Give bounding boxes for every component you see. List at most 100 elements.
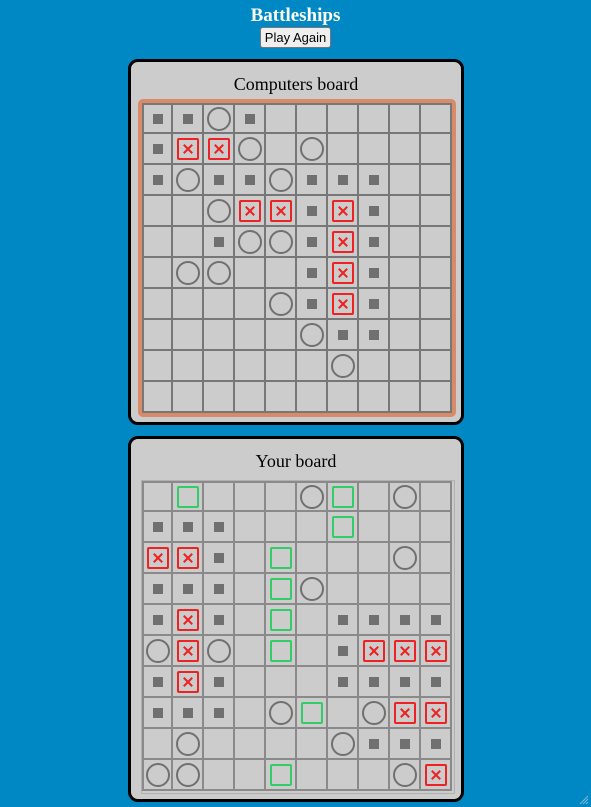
computer-cell-r7-c1[interactable] [173,320,204,351]
computer-cell-r1-c4[interactable] [266,134,297,165]
computer-cell-r2-c3[interactable] [235,165,266,196]
computer-cell-r7-c6[interactable] [328,320,359,351]
computer-cell-r8-c8[interactable] [390,351,421,382]
computer-cell-r9-c0[interactable] [142,382,173,413]
computer-cell-r1-c8[interactable] [390,134,421,165]
computer-cell-r5-c2[interactable] [204,258,235,289]
computer-cell-r9-c1[interactable] [173,382,204,413]
computer-cell-r1-c0[interactable] [142,134,173,165]
computer-cell-r5-c3[interactable] [235,258,266,289]
computer-cell-r0-c1[interactable] [173,103,204,134]
computer-cell-r0-c6[interactable] [328,103,359,134]
computer-cell-r1-c5[interactable] [297,134,328,165]
play-again-button[interactable]: Play Again [260,27,331,48]
computer-cell-r4-c0[interactable] [142,227,173,258]
computer-cell-r4-c5[interactable] [297,227,328,258]
computer-cell-r8-c9[interactable] [421,351,452,382]
computer-cell-r5-c9[interactable] [421,258,452,289]
computer-cell-r3-c6[interactable] [328,196,359,227]
computer-cell-r8-c0[interactable] [142,351,173,382]
computer-cell-r9-c4[interactable] [266,382,297,413]
computer-cell-r3-c8[interactable] [390,196,421,227]
computer-cell-r8-c5[interactable] [297,351,328,382]
computer-cell-r3-c1[interactable] [173,196,204,227]
computer-cell-r0-c0[interactable] [142,103,173,134]
computer-cell-r6-c6[interactable] [328,289,359,320]
computer-cell-r1-c3[interactable] [235,134,266,165]
computer-cell-r2-c5[interactable] [297,165,328,196]
computer-cell-r4-c8[interactable] [390,227,421,258]
computer-cell-r2-c2[interactable] [204,165,235,196]
computer-cell-r6-c0[interactable] [142,289,173,320]
computer-cell-r5-c0[interactable] [142,258,173,289]
computer-cell-r1-c9[interactable] [421,134,452,165]
computer-cell-r7-c8[interactable] [390,320,421,351]
computer-cell-r3-c0[interactable] [142,196,173,227]
computer-cell-r1-c6[interactable] [328,134,359,165]
computer-cell-r4-c9[interactable] [421,227,452,258]
computer-cell-r4-c7[interactable] [359,227,390,258]
computer-cell-r6-c5[interactable] [297,289,328,320]
computer-cell-r5-c5[interactable] [297,258,328,289]
computer-cell-r6-c8[interactable] [390,289,421,320]
computer-cell-r9-c5[interactable] [297,382,328,413]
computer-cell-r3-c4[interactable] [266,196,297,227]
computer-cell-r0-c9[interactable] [421,103,452,134]
computer-cell-r9-c8[interactable] [390,382,421,413]
computer-cell-r0-c3[interactable] [235,103,266,134]
computer-cell-r7-c5[interactable] [297,320,328,351]
computer-cell-r5-c8[interactable] [390,258,421,289]
computer-cell-r2-c1[interactable] [173,165,204,196]
computer-cell-r6-c4[interactable] [266,289,297,320]
computer-cell-r9-c9[interactable] [421,382,452,413]
computer-cell-r6-c7[interactable] [359,289,390,320]
computer-cell-r6-c3[interactable] [235,289,266,320]
computer-cell-r0-c2[interactable] [204,103,235,134]
computer-cell-r8-c6[interactable] [328,351,359,382]
computer-cell-r0-c7[interactable] [359,103,390,134]
computer-cell-r8-c3[interactable] [235,351,266,382]
computer-cell-r3-c3[interactable] [235,196,266,227]
computer-cell-r6-c2[interactable] [204,289,235,320]
computer-cell-r3-c2[interactable] [204,196,235,227]
computer-cell-r5-c6[interactable] [328,258,359,289]
computer-cell-r9-c7[interactable] [359,382,390,413]
computer-cell-r8-c1[interactable] [173,351,204,382]
computer-cell-r3-c9[interactable] [421,196,452,227]
computer-cell-r0-c8[interactable] [390,103,421,134]
resize-grip-icon[interactable] [577,793,589,805]
computer-cell-r7-c0[interactable] [142,320,173,351]
computer-cell-r5-c7[interactable] [359,258,390,289]
computer-cell-r9-c2[interactable] [204,382,235,413]
computer-cell-r9-c3[interactable] [235,382,266,413]
computer-cell-r3-c5[interactable] [297,196,328,227]
computer-cell-r1-c7[interactable] [359,134,390,165]
computer-cell-r7-c7[interactable] [359,320,390,351]
computer-cell-r2-c4[interactable] [266,165,297,196]
computer-cell-r7-c4[interactable] [266,320,297,351]
computer-cell-r0-c5[interactable] [297,103,328,134]
computer-cell-r2-c6[interactable] [328,165,359,196]
computer-cell-r3-c7[interactable] [359,196,390,227]
computer-cell-r0-c4[interactable] [266,103,297,134]
computer-cell-r6-c9[interactable] [421,289,452,320]
computer-cell-r2-c9[interactable] [421,165,452,196]
computer-cell-r4-c2[interactable] [204,227,235,258]
computer-cell-r5-c4[interactable] [266,258,297,289]
computer-cell-r8-c2[interactable] [204,351,235,382]
computer-cell-r2-c0[interactable] [142,165,173,196]
computer-cell-r7-c3[interactable] [235,320,266,351]
computer-cell-r5-c1[interactable] [173,258,204,289]
computer-cell-r7-c2[interactable] [204,320,235,351]
computer-cell-r4-c1[interactable] [173,227,204,258]
computer-cell-r8-c7[interactable] [359,351,390,382]
computer-cell-r7-c9[interactable] [421,320,452,351]
computer-cell-r9-c6[interactable] [328,382,359,413]
computer-cell-r8-c4[interactable] [266,351,297,382]
computer-cell-r4-c6[interactable] [328,227,359,258]
computer-cell-r1-c1[interactable] [173,134,204,165]
computer-cell-r4-c4[interactable] [266,227,297,258]
computer-cell-r1-c2[interactable] [204,134,235,165]
computer-cell-r2-c8[interactable] [390,165,421,196]
computer-cell-r2-c7[interactable] [359,165,390,196]
